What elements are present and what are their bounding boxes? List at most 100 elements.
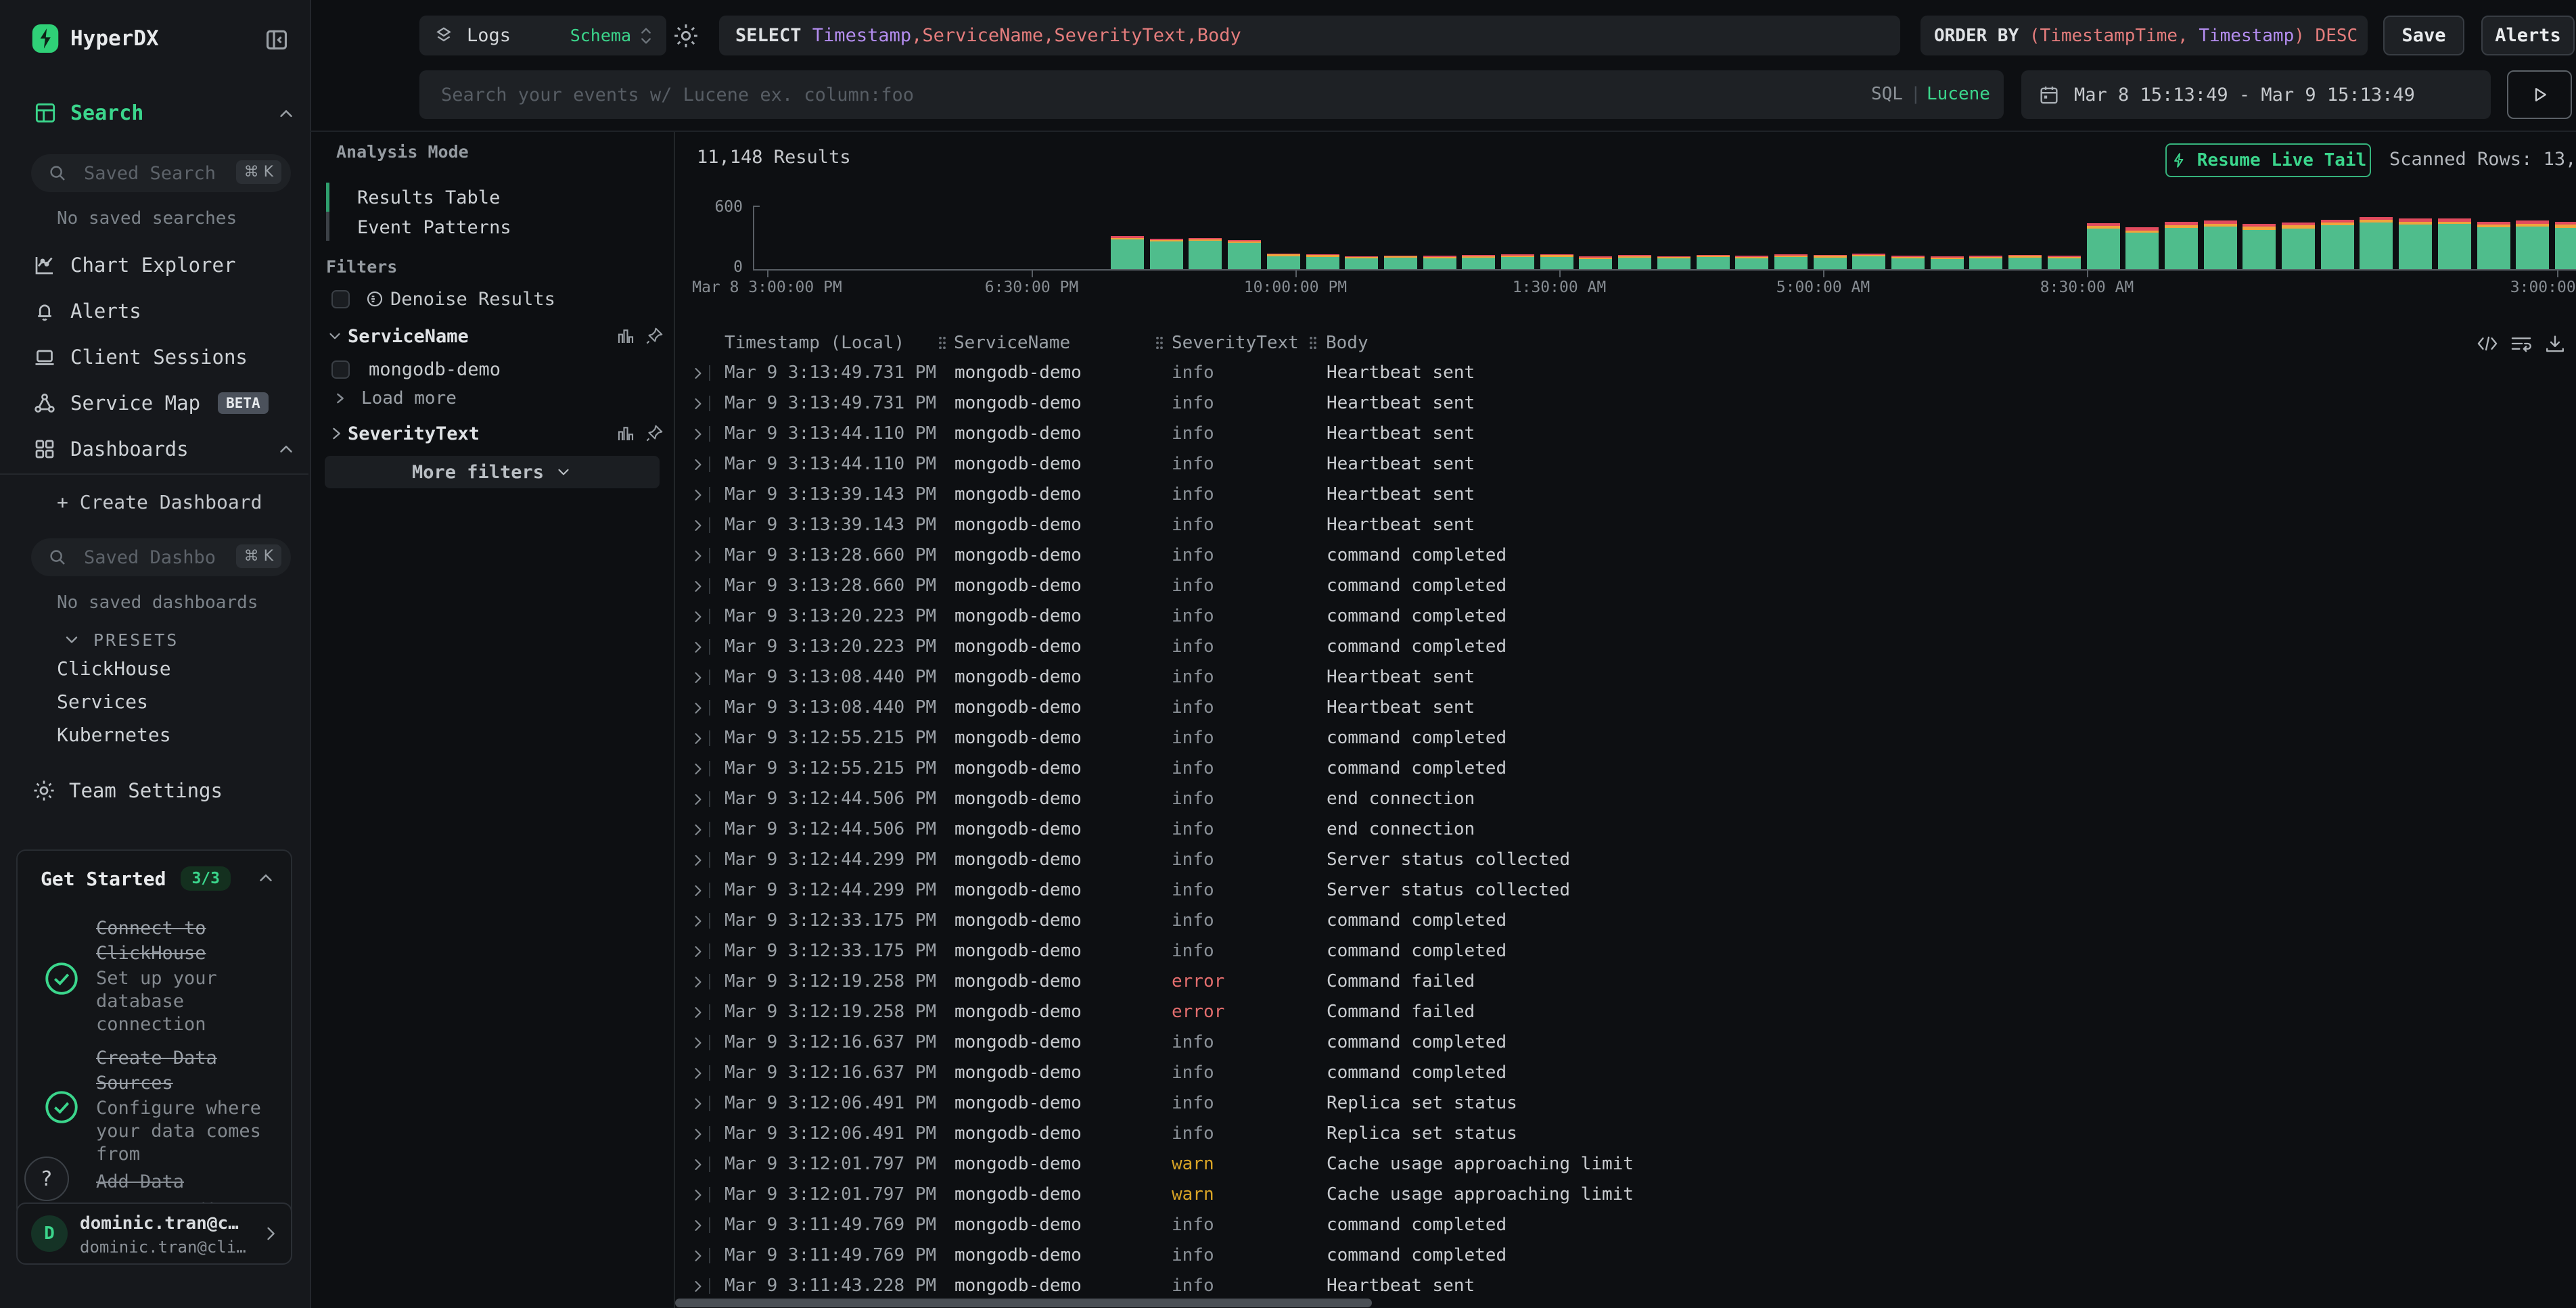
- chart-toggle-icon[interactable]: [616, 326, 636, 346]
- load-more-button[interactable]: Load more: [334, 387, 457, 410]
- select-query-input[interactable]: SELECT Timestamp,ServiceName,SeverityTex…: [719, 16, 1900, 55]
- mode-results-table[interactable]: Results Table: [357, 187, 500, 208]
- table-row[interactable]: Mar 9 3:11:49.769 PMmongodb-demoinfocomm…: [675, 1210, 2576, 1240]
- table-row[interactable]: Mar 9 3:12:55.215 PMmongodb-demoinfocomm…: [675, 753, 2576, 784]
- table-row[interactable]: Mar 9 3:12:33.175 PMmongodb-demoinfocomm…: [675, 936, 2576, 966]
- save-button[interactable]: Save: [2383, 16, 2464, 55]
- histogram-bar[interactable]: [1501, 254, 1534, 269]
- table-row[interactable]: Mar 9 3:13:28.660 PMmongodb-demoinfocomm…: [675, 571, 2576, 601]
- histogram-bar[interactable]: [1189, 238, 1222, 269]
- table-row[interactable]: Mar 9 3:12:55.215 PMmongodb-demoinfocomm…: [675, 723, 2576, 753]
- presets-toggle[interactable]: PRESETS: [62, 628, 179, 652]
- code-view-icon[interactable]: [2476, 333, 2499, 354]
- filter-option-mongodb-demo[interactable]: mongodb-demo: [331, 357, 501, 381]
- drag-handle-icon[interactable]: [1154, 335, 1165, 351]
- filter-group-servicename[interactable]: ServiceName: [326, 323, 469, 349]
- histogram-bar[interactable]: [1579, 256, 1612, 269]
- histogram-bar[interactable]: [2242, 224, 2276, 269]
- histogram-bar[interactable]: [1891, 256, 1925, 269]
- table-row[interactable]: Mar 9 3:12:33.175 PMmongodb-demoinfocomm…: [675, 906, 2576, 936]
- chart-toggle-icon[interactable]: [616, 423, 636, 444]
- histogram-bar[interactable]: [2360, 217, 2393, 269]
- histogram-bar[interactable]: [1384, 256, 1417, 269]
- histogram-bar[interactable]: [2087, 223, 2120, 269]
- resume-live-tail-button[interactable]: Resume Live Tail: [2165, 143, 2371, 177]
- histogram-bar[interactable]: [1111, 236, 1144, 269]
- table-row[interactable]: Mar 9 3:12:01.797 PMmongodb-demowarnCach…: [675, 1179, 2576, 1210]
- pin-icon[interactable]: [644, 423, 664, 444]
- table-row[interactable]: Mar 9 3:12:44.299 PMmongodb-demoinfoServ…: [675, 875, 2576, 906]
- pin-icon[interactable]: [644, 326, 664, 346]
- column-header-timestamp[interactable]: Timestamp (Local): [724, 328, 904, 358]
- histogram-bar[interactable]: [1774, 254, 1808, 269]
- table-row[interactable]: Mar 9 3:13:39.143 PMmongodb-demoinfoHear…: [675, 480, 2576, 510]
- mode-event-patterns[interactable]: Event Patterns: [357, 217, 511, 238]
- horizontal-scrollbar[interactable]: [675, 1299, 1372, 1307]
- histogram-bar[interactable]: [1814, 255, 1847, 269]
- histogram-bar[interactable]: [2321, 220, 2354, 269]
- lang-lucene-toggle[interactable]: Lucene: [1927, 84, 1990, 104]
- histogram-bar[interactable]: [2477, 222, 2510, 269]
- sidebar-item-search[interactable]: Search: [32, 99, 143, 127]
- create-dashboard-button[interactable]: + Create Dashboard: [57, 491, 262, 513]
- histogram-bar[interactable]: [2008, 255, 2042, 269]
- source-settings-gear-icon[interactable]: [671, 21, 701, 51]
- histogram-bar[interactable]: [2516, 220, 2549, 269]
- histogram-bar[interactable]: [2399, 218, 2432, 269]
- table-row[interactable]: Mar 9 3:12:01.797 PMmongodb-demowarnCach…: [675, 1149, 2576, 1179]
- table-row[interactable]: Mar 9 3:12:06.491 PMmongodb-demoinfoRepl…: [675, 1088, 2576, 1119]
- order-by-input[interactable]: ORDER BY (TimestampTime, Timestamp) DESC: [1920, 16, 2368, 55]
- table-row[interactable]: Mar 9 3:13:49.731 PMmongodb-demoinfoHear…: [675, 388, 2576, 419]
- event-search-input[interactable]: [419, 70, 2004, 119]
- table-row[interactable]: Mar 9 3:11:49.769 PMmongodb-demoinfocomm…: [675, 1240, 2576, 1271]
- more-filters-button[interactable]: More filters: [325, 456, 660, 488]
- histogram-bar[interactable]: [1462, 255, 1495, 269]
- table-row[interactable]: Mar 9 3:13:44.110 PMmongodb-demoinfoHear…: [675, 449, 2576, 480]
- drag-handle-icon[interactable]: [1308, 335, 1318, 351]
- histogram-bar[interactable]: [1969, 256, 2002, 269]
- user-panel[interactable]: D dominic.tran@c… dominic.tran@cli…: [16, 1202, 292, 1265]
- alerts-button[interactable]: Alerts: [2481, 16, 2575, 55]
- histogram-bar[interactable]: [1657, 256, 1690, 269]
- filter-group-severitytext[interactable]: SeverityText: [329, 421, 480, 446]
- sidebar-item-client-sessions[interactable]: Client Sessions: [32, 344, 248, 371]
- lang-sql-toggle[interactable]: SQL: [1871, 84, 1903, 104]
- histogram-bar[interactable]: [1931, 256, 1964, 269]
- histogram-bar[interactable]: [2165, 222, 2198, 269]
- run-query-button[interactable]: [2507, 70, 2572, 119]
- histogram-bar[interactable]: [1423, 256, 1456, 269]
- histogram-bar[interactable]: [2048, 256, 2081, 269]
- histogram-bar[interactable]: [1735, 256, 1768, 269]
- preset-item-kubernetes[interactable]: Kubernetes: [57, 724, 171, 746]
- source-select[interactable]: Logs Schema: [419, 16, 666, 55]
- results-histogram[interactable]: [753, 206, 2576, 271]
- filter-option-checkbox[interactable]: [331, 360, 350, 379]
- help-button[interactable]: ?: [24, 1157, 69, 1201]
- time-range-picker[interactable]: Mar 8 15:13:49 - Mar 9 15:13:49: [2021, 70, 2491, 119]
- histogram-bar[interactable]: [1345, 256, 1378, 269]
- sidebar-collapse-icon[interactable]: [264, 27, 290, 53]
- histogram-bar[interactable]: [2282, 223, 2315, 269]
- wrap-lines-icon[interactable]: [2510, 333, 2533, 354]
- get-started-collapse-icon[interactable]: [256, 870, 276, 886]
- histogram-bar[interactable]: [2438, 218, 2471, 269]
- histogram-bar[interactable]: [1150, 239, 1183, 269]
- denoise-checkbox[interactable]: [331, 290, 350, 308]
- histogram-bar[interactable]: [1618, 255, 1651, 269]
- table-row[interactable]: Mar 9 3:13:44.110 PMmongodb-demoinfoHear…: [675, 419, 2576, 449]
- search-collapse-chevron-icon[interactable]: [276, 106, 296, 122]
- table-row[interactable]: Mar 9 3:12:16.637 PMmongodb-demoinfocomm…: [675, 1058, 2576, 1088]
- table-row[interactable]: Mar 9 3:13:49.731 PMmongodb-demoinfoHear…: [675, 358, 2576, 388]
- histogram-bar[interactable]: [1306, 254, 1339, 269]
- table-row[interactable]: Mar 9 3:12:44.299 PMmongodb-demoinfoServ…: [675, 845, 2576, 875]
- table-row[interactable]: Mar 9 3:12:44.506 PMmongodb-demoinfoend …: [675, 814, 2576, 845]
- table-row[interactable]: Mar 9 3:13:20.223 PMmongodb-demoinfocomm…: [675, 601, 2576, 632]
- sidebar-item-dashboards[interactable]: Dashboards: [32, 436, 189, 463]
- column-header-servicename[interactable]: ServiceName: [954, 328, 1070, 358]
- table-row[interactable]: Mar 9 3:11:43.228 PMmongodb-demoinfoHear…: [675, 1271, 2576, 1301]
- histogram-bar[interactable]: [1228, 240, 1261, 269]
- sidebar-item-alerts[interactable]: Alerts: [32, 298, 141, 325]
- histogram-bar[interactable]: [2125, 227, 2159, 269]
- table-row[interactable]: Mar 9 3:13:20.223 PMmongodb-demoinfocomm…: [675, 632, 2576, 662]
- drag-handle-icon[interactable]: [937, 335, 948, 351]
